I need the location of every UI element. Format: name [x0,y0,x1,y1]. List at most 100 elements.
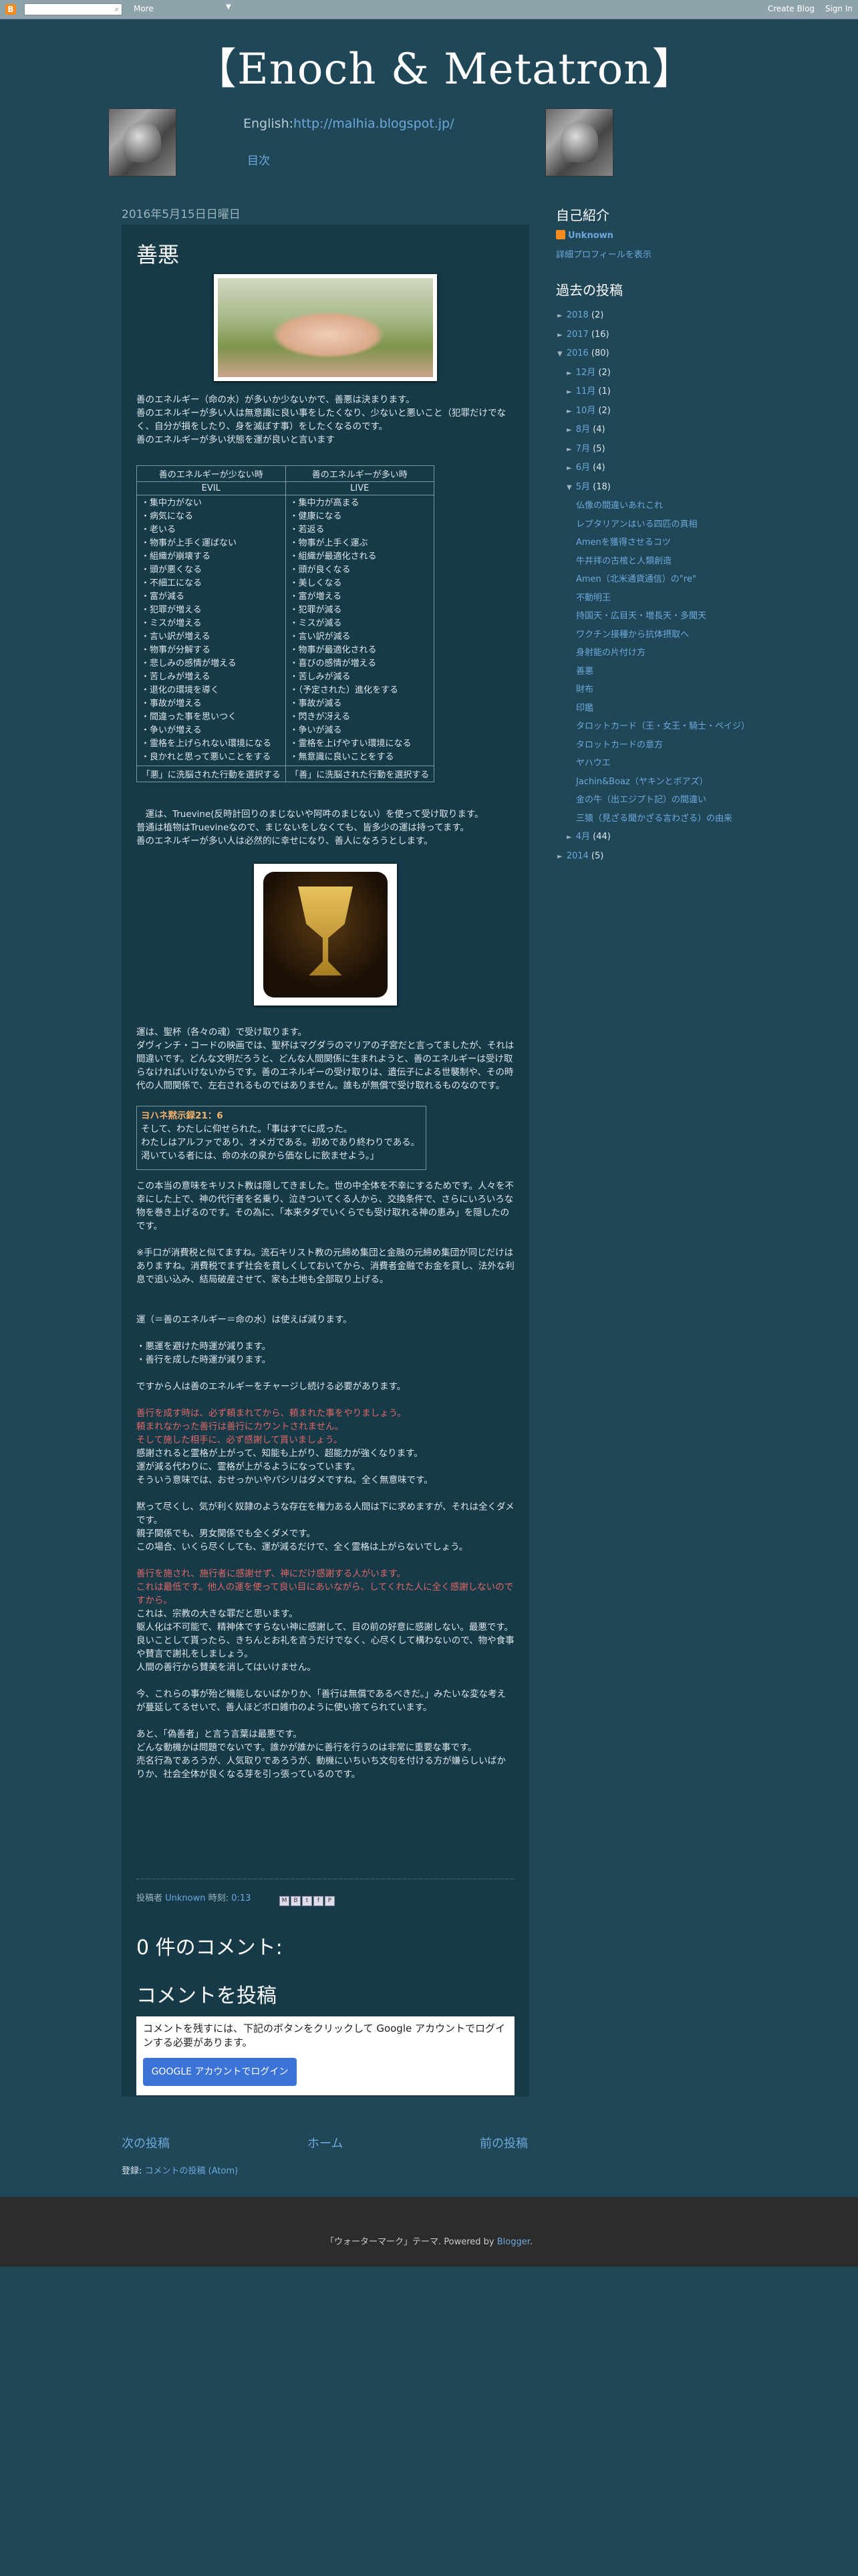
archive-post-link[interactable]: タロットカード（王・女王・騎士・ペイジ） [576,721,750,731]
table-list-item: ・言い訳が減る [289,632,351,642]
archive-link[interactable]: 12月 [576,368,596,378]
archive-post-link[interactable]: 仏像の間違いあれこれ [576,501,663,511]
expand-toggle-icon[interactable]: ► [557,312,563,320]
hands-water-image[interactable] [214,274,437,381]
archive-post-link[interactable]: ワクチン接種から抗体摂取へ [576,630,689,640]
table-list-item: ・苦しみが増える [141,672,210,682]
archive-entry-8[interactable]: ► 6月 (4) [557,459,750,478]
archive-post-link[interactable]: 身射能の片付け方 [576,648,646,658]
archive-post-item: Jachin&Boaz（ヤキンとボアズ） [557,773,750,792]
archive-after-0[interactable]: ► 4月 (44) [557,828,750,847]
profile-name-text[interactable]: Unknown [568,231,613,241]
blogger-logo-icon[interactable]: B [5,4,16,15]
blog-title[interactable]: 【Enoch & Metatron】 [194,35,696,96]
expand-toggle-icon[interactable]: ► [567,370,572,377]
blog-icon[interactable]: B [291,1896,301,1906]
expand-toggle-icon[interactable]: ► [567,465,572,472]
pinterest-icon[interactable]: P [325,1896,335,1906]
chevron-down-icon[interactable]: ▼ [226,3,231,11]
archive-post-link[interactable]: 金の牛（出エジプト記）の間違い [576,795,706,805]
archive-post-link[interactable]: 不動明王 [576,593,611,603]
chalice-image[interactable] [254,864,397,1006]
archive-post-item: 善悪 [557,663,750,681]
archive-link[interactable]: 11月 [576,386,596,396]
google-login-button[interactable]: GOOGLE アカウントでログイン [143,2058,297,2086]
archive-link[interactable]: 10月 [576,406,596,416]
slave-line: 親子関係でも、男女関係でも全くダメです。 [136,1528,315,1539]
archive-post-link[interactable]: 持国天・広目天・増長天・多聞天 [576,611,706,621]
facebook-icon[interactable]: f [313,1896,323,1906]
atom-feed-link[interactable]: コメントの投稿 (Atom) [145,2166,239,2176]
archive-entry-0[interactable]: ► 2018 (2) [557,306,750,326]
sign-in-link[interactable]: Sign In [825,4,853,13]
mail-icon[interactable]: M [279,1896,289,1906]
index-link[interactable]: 目次 [247,151,270,168]
archive-post-link[interactable]: 善悪 [576,667,593,677]
newer-post-link[interactable]: 前の投稿 [480,2134,528,2151]
english-site-link[interactable]: http://malhia.blogspot.jp/ [293,116,454,131]
expand-toggle-icon[interactable]: ► [567,834,572,841]
statue-image-left [108,108,176,177]
more-menu[interactable]: More [134,4,154,13]
archive-link[interactable]: 4月 [576,832,590,842]
archive-entry-1[interactable]: ► 2017 (16) [557,326,750,345]
profile-name[interactable]: Unknown [556,230,613,241]
search-icon[interactable]: ⌕ [115,5,119,14]
archive-link[interactable]: 7月 [576,444,590,454]
expand-toggle-icon[interactable]: ► [557,332,563,339]
expand-toggle-icon[interactable]: ► [557,853,563,860]
archive-link[interactable]: 2018 [567,310,589,320]
archive-post-link[interactable]: 三猿（見ざる聞かざる言わざる）の由来 [576,814,732,824]
archive-post-link[interactable]: Amen（北米通貨通信）の"re" [576,574,696,584]
expand-toggle-icon[interactable]: ► [567,446,572,453]
view-profile-link[interactable]: 詳細プロフィールを表示 [556,247,652,260]
table-list-item: ・老いる [141,525,176,535]
author-link[interactable]: Unknown [165,1893,205,1903]
archive-after-1[interactable]: ► 2014 (5) [557,847,750,866]
archive-heading: 過去の投稿 [556,282,623,298]
archive-post-link[interactable]: 財布 [576,685,593,695]
archive-post-link[interactable]: レプタリアンはいる四匹の真相 [576,519,697,530]
older-post-link[interactable]: 次の投稿 [122,2134,170,2151]
charge-red-line: 善行を成す時は、必ず頼まれてから、頼まれた事をやりましょう。 [136,1408,406,1419]
archive-link[interactable]: 8月 [576,425,590,435]
archive-link[interactable]: 6月 [576,463,590,473]
twitter-icon[interactable]: t [302,1896,312,1906]
archive-link[interactable]: 5月 [576,482,590,492]
decrease-item: ・悪運を避けた時運が減ります。 [136,1341,271,1352]
collapse-toggle-icon[interactable]: ▼ [567,484,572,491]
expand-toggle-icon[interactable]: ► [567,388,572,396]
collapse-toggle-icon[interactable]: ▼ [557,350,563,358]
archive-entry-7[interactable]: ► 7月 (5) [557,440,750,459]
search-input[interactable]: ⌕ [24,3,122,15]
decrease-head: 運（＝善のエネルギー＝命の水）は使えば減ります。 [136,1314,352,1325]
archive-entry-6[interactable]: ► 8月 (4) [557,421,750,440]
archive-post-link[interactable]: 牛井拝の古棺と人類創造 [576,556,672,566]
archive-entry-9[interactable]: ▼ 5月 (18) [557,478,750,497]
archive-post-link[interactable]: ヤハウエ [576,758,611,768]
home-link[interactable]: ホーム [307,2134,343,2151]
archive-post-link[interactable]: 印鑑 [576,703,593,713]
archive-link[interactable]: 2014 [567,851,589,861]
archive-post-link[interactable]: タロットカードの意方 [576,740,663,750]
expand-toggle-icon[interactable]: ► [567,408,572,415]
archive-link[interactable]: 2017 [567,330,589,340]
archive-entry-2[interactable]: ▼ 2016 (80) [557,344,750,364]
archive-post-link[interactable]: Jachin&Boaz（ヤキンとボアズ） [576,777,708,787]
table-list-item: ・喜びの感情が増える [289,659,377,669]
subscribe-label: 登録: [122,2166,142,2176]
create-blog-link[interactable]: Create Blog [768,4,815,13]
blogger-link[interactable]: Blogger [497,2237,530,2247]
archive-link[interactable]: 2016 [567,348,589,358]
archive-post-item: 金の牛（出エジプト記）の間違い [557,791,750,810]
archive-entry-4[interactable]: ► 11月 (1) [557,382,750,402]
archive-post-link[interactable]: Amenを獲得させるコツ [576,538,671,548]
christ-paragraph: この本当の意味をキリスト教は隠してきました。世の中全体を不幸にするためです。人々… [136,1179,515,1233]
comment-notice: コメントを残すには、下記のボタンをクリックして Google アカウントでログイ… [143,2022,505,2048]
expand-toggle-icon[interactable]: ► [567,427,572,434]
table-footer-good: 「善」に洗脳された行動を選択する [285,766,434,782]
archive-entry-3[interactable]: ► 12月 (2) [557,364,750,383]
post-time-link[interactable]: 0:13 [231,1893,251,1903]
share-buttons: MBtfP [279,1892,336,1906]
archive-entry-5[interactable]: ► 10月 (2) [557,402,750,421]
